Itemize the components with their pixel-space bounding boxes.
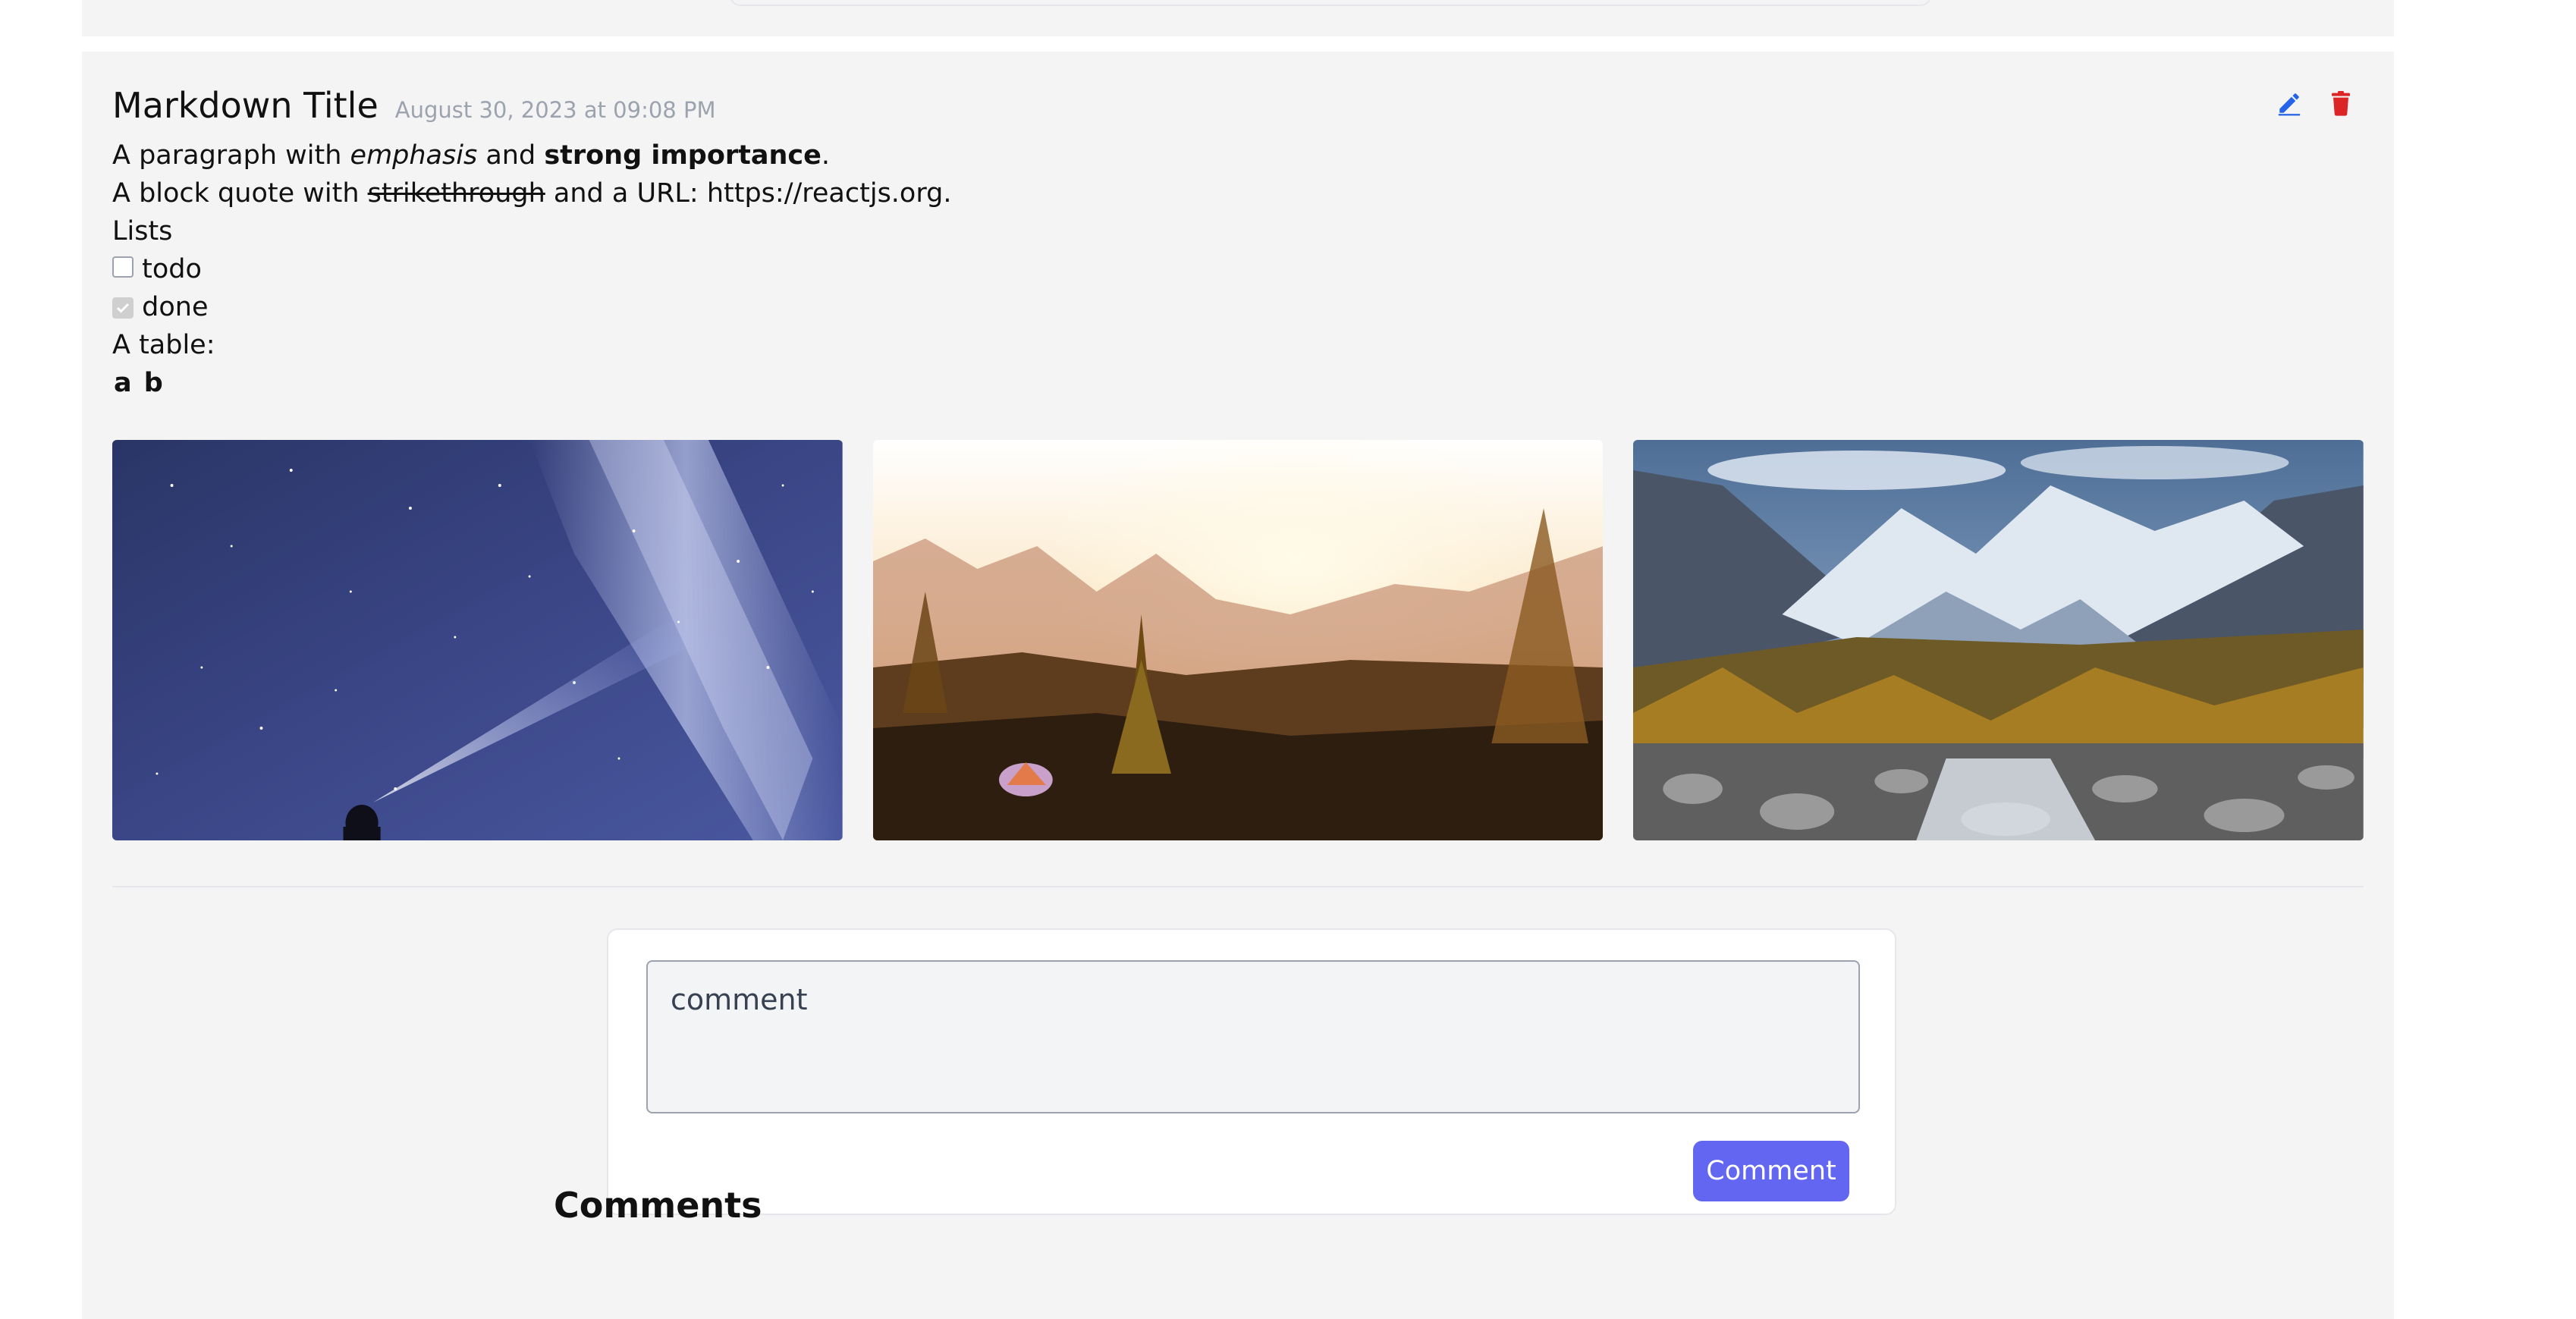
task-checkbox[interactable] — [112, 256, 134, 278]
strikethrough-text: strikethrough — [367, 178, 545, 209]
pencil-icon — [2278, 93, 2301, 116]
task-item-done: done — [112, 288, 2358, 326]
delete-button[interactable] — [2326, 88, 2356, 118]
page: Markdown Title August 30, 2023 at 09:08 … — [0, 0, 2576, 1319]
paragraph-text: A paragraph with — [112, 140, 350, 171]
block-quote: A block quote with strikethrough and a U… — [112, 174, 2358, 212]
task-label: done — [142, 292, 209, 322]
mountain-sunset-tent-photo[interactable] — [872, 440, 1604, 840]
quote-text: A block quote with — [112, 178, 368, 209]
paragraph-text: and — [477, 140, 545, 171]
quote-text: and a URL: https://reactjs.org. — [545, 178, 952, 209]
emphasis-text: emphasis — [350, 140, 478, 171]
task-checkbox[interactable] — [112, 297, 134, 319]
comment-submit-button[interactable]: Comment — [1693, 1141, 1849, 1201]
comments-heading: Comments — [554, 1185, 762, 1226]
edit-button[interactable] — [2274, 88, 2304, 118]
task-item-todo: todo — [112, 250, 2358, 288]
image-gallery — [112, 440, 2364, 840]
trash-icon — [2332, 91, 2350, 116]
task-label: todo — [142, 254, 202, 284]
previous-post-comment-box — [730, 0, 1931, 6]
table-label: A table: — [112, 330, 215, 360]
paragraph-text: . — [821, 140, 831, 171]
checkmark-icon — [116, 303, 130, 313]
post-title: Markdown Title — [112, 85, 379, 126]
post-header: Markdown Title August 30, 2023 at 09:08 … — [112, 85, 715, 126]
comment-form: Comment — [607, 928, 1896, 1215]
post-content: A paragraph with emphasis and strong imp… — [112, 137, 2358, 402]
milky-way-night-sky-photo[interactable] — [112, 440, 843, 840]
section-divider — [112, 886, 2364, 887]
table-header-row: a b — [114, 368, 165, 398]
strong-text: strong importance — [544, 140, 821, 171]
previous-post-card — [82, 0, 2394, 36]
post-card: Markdown Title August 30, 2023 at 09:08 … — [82, 52, 2394, 1319]
post-date: August 30, 2023 at 09:08 PM — [394, 97, 716, 123]
post-actions — [2274, 88, 2356, 118]
alpine-river-valley-photo[interactable] — [1633, 440, 2364, 840]
lists-label: Lists — [112, 216, 173, 247]
paragraph: A paragraph with emphasis and strong imp… — [112, 137, 2358, 174]
comment-input[interactable] — [646, 960, 1860, 1113]
